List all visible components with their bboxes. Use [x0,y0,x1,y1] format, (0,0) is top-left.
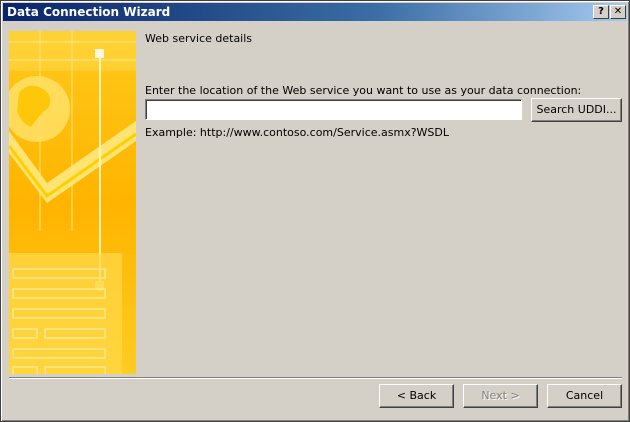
example-url-text: Example: http://www.contoso.com/Service.… [145,126,449,139]
help-button[interactable]: ? [593,5,609,19]
search-uddi-button[interactable]: Search UDDI... [531,98,622,122]
window-title: Data Connection Wizard [7,5,171,19]
title-bar[interactable]: Data Connection Wizard ? ✕ [3,3,627,21]
next-button[interactable]: Next > [463,384,538,408]
url-prompt-label: Enter the location of the Web service yo… [145,84,582,97]
back-button[interactable]: < Back [379,384,454,408]
page-title: Web service details [145,32,253,45]
globe-checkmark-illustration-icon [9,31,136,374]
cancel-button[interactable]: Cancel [547,384,622,408]
web-service-url-input[interactable] [145,99,522,120]
footer-separator [9,377,622,379]
close-button[interactable]: ✕ [610,5,626,19]
wizard-banner-illustration [9,31,136,374]
data-connection-wizard-window: Data Connection Wizard ? ✕ Web service d… [0,0,630,422]
